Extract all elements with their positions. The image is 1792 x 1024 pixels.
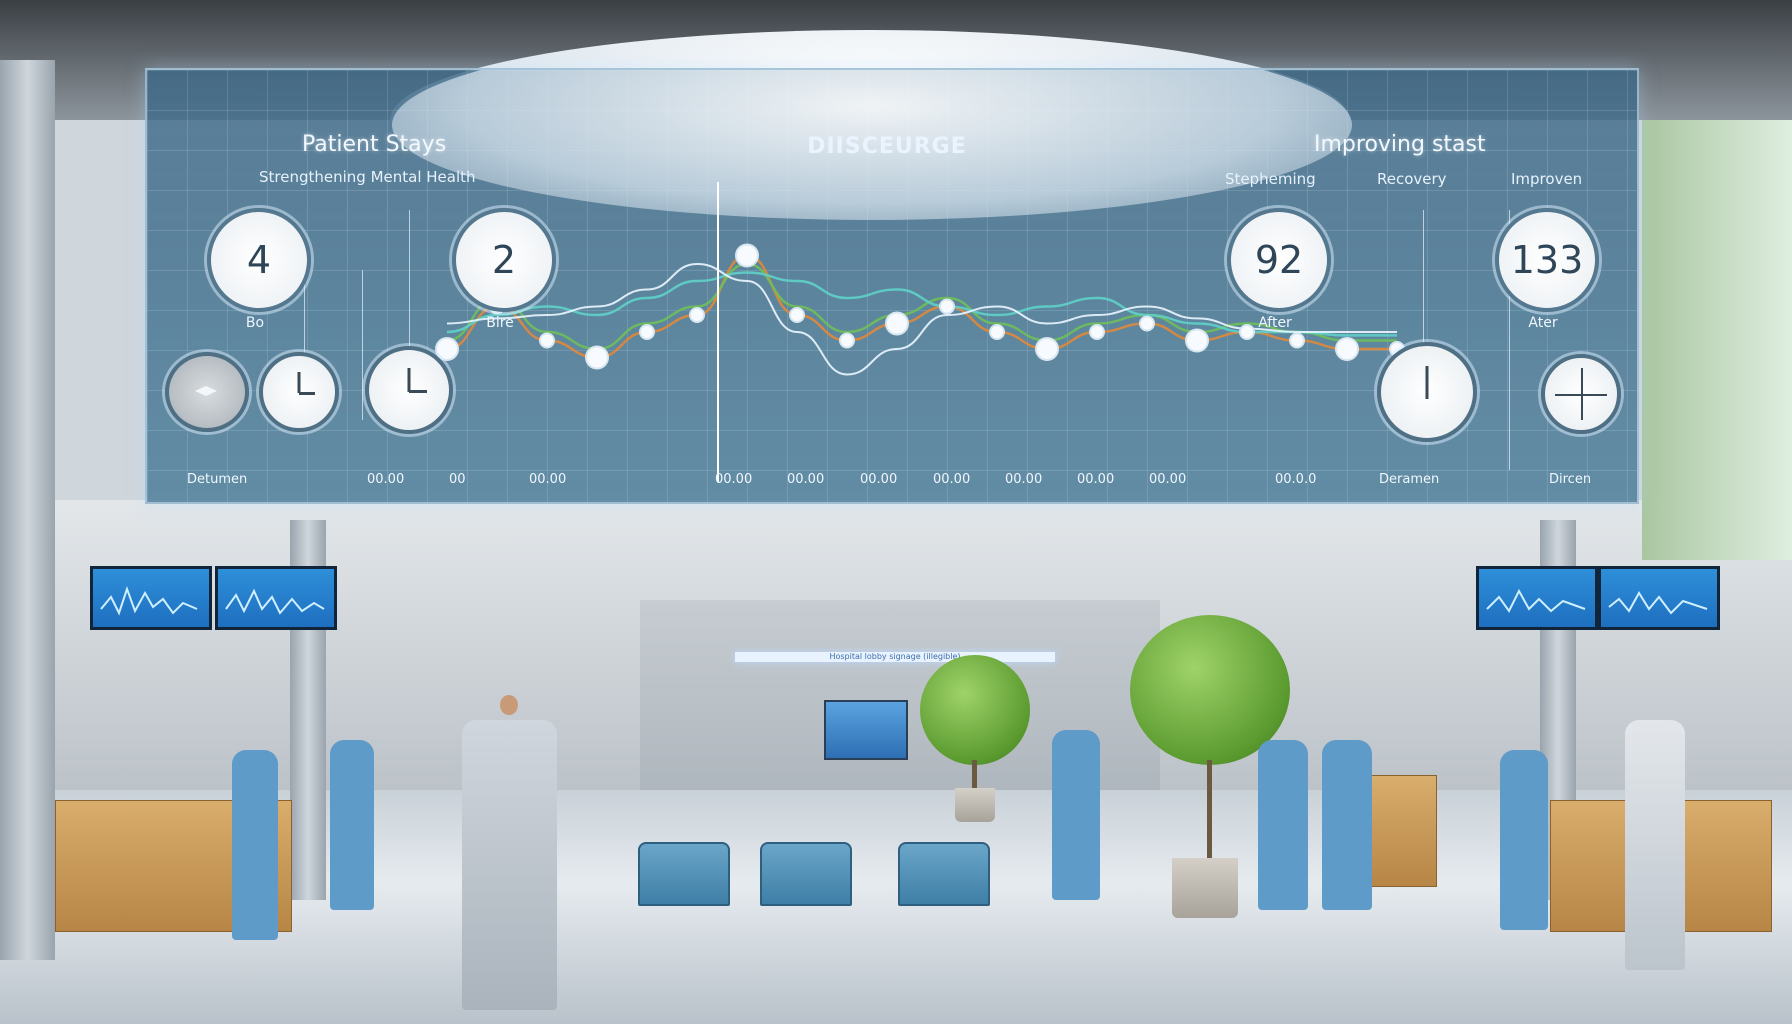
pillar: [0, 60, 55, 960]
tick-label: 00: [449, 472, 466, 487]
wall-sign: Hospital lobby signage (illegible): [735, 652, 1055, 662]
tick-label: 00.00: [787, 472, 825, 487]
nurse: [1258, 740, 1308, 910]
stat-value: 2: [491, 238, 517, 282]
nurse: [1052, 730, 1100, 900]
stat-value: 92: [1254, 238, 1304, 282]
crosshair-icon: [1541, 354, 1621, 434]
bottom-label-left: Detumen: [187, 472, 248, 487]
planter: [955, 788, 995, 822]
window: [1642, 120, 1792, 560]
data-point: [989, 324, 1005, 340]
nurse: [1322, 740, 1372, 910]
data-point: [1335, 337, 1359, 361]
tick-label: 00.0.0: [1275, 472, 1317, 487]
tick-label: 00.00: [715, 472, 753, 487]
tick-label: 00.00: [860, 472, 898, 487]
staff-member: [1500, 750, 1548, 930]
data-point: [585, 345, 609, 370]
bottom-label-right-1: Deramen: [1379, 472, 1440, 487]
stat-value: 4: [246, 238, 272, 282]
staff-member: [232, 750, 278, 940]
tick-label: 00.00: [1149, 472, 1187, 487]
stat-circle: 133: [1495, 208, 1599, 312]
stat-label: After: [1258, 315, 1292, 331]
planter: [1172, 858, 1238, 918]
bottom-label-right-2: Dircen: [1549, 472, 1592, 487]
clock-icon: [259, 352, 339, 432]
stat-label: Bo: [245, 315, 265, 331]
data-point: [839, 332, 855, 349]
waiting-chair: [898, 842, 990, 906]
data-point: [735, 243, 759, 268]
stat-circle: 92: [1227, 208, 1331, 312]
tick-label: 00.00: [1005, 472, 1043, 487]
data-point: [1089, 324, 1105, 340]
stat-value: 133: [1510, 238, 1584, 282]
waiting-chair: [760, 842, 852, 906]
stat-circle: 4: [207, 208, 311, 312]
data-point: [1139, 315, 1155, 332]
data-point: [939, 298, 955, 315]
reception-desk: [1365, 775, 1437, 887]
stat-label: Bire: [486, 315, 514, 331]
data-point: [789, 307, 805, 323]
data-point: [539, 332, 555, 349]
tree-trunk: [1207, 760, 1212, 860]
vitals-monitor: [215, 566, 337, 630]
data-point: [639, 324, 655, 340]
tick-label: 00.00: [1077, 472, 1115, 487]
doctor: [1625, 720, 1685, 970]
staff-member: [330, 740, 374, 910]
data-point: [1185, 328, 1209, 353]
clock-down-icon: [1377, 342, 1477, 442]
waiting-chair: [638, 842, 730, 906]
doctor: [462, 720, 557, 1010]
arrow-up-icon: [717, 182, 719, 482]
tick-label: 00.00: [529, 472, 567, 487]
vitals-monitor: [1476, 566, 1598, 630]
diamond-icon: [165, 352, 249, 432]
stat-label: Ater: [1528, 315, 1558, 331]
holographic-dashboard: Patient Stays Strengthening Mental Healt…: [145, 68, 1639, 504]
vitals-monitor: [1598, 566, 1720, 630]
tick-label: 00.00: [367, 472, 405, 487]
wall-screen: [824, 700, 908, 760]
data-point: [435, 337, 459, 361]
head: [500, 695, 518, 715]
data-point: [1289, 332, 1305, 349]
data-point: [1035, 337, 1059, 361]
stat-circle: 2: [452, 208, 556, 312]
tree: [920, 655, 1030, 765]
tick-label: 00.00: [933, 472, 971, 487]
data-point: [885, 311, 909, 336]
clock-icon: [365, 346, 453, 434]
vitals-monitor: [90, 566, 212, 630]
data-point: [689, 307, 705, 323]
